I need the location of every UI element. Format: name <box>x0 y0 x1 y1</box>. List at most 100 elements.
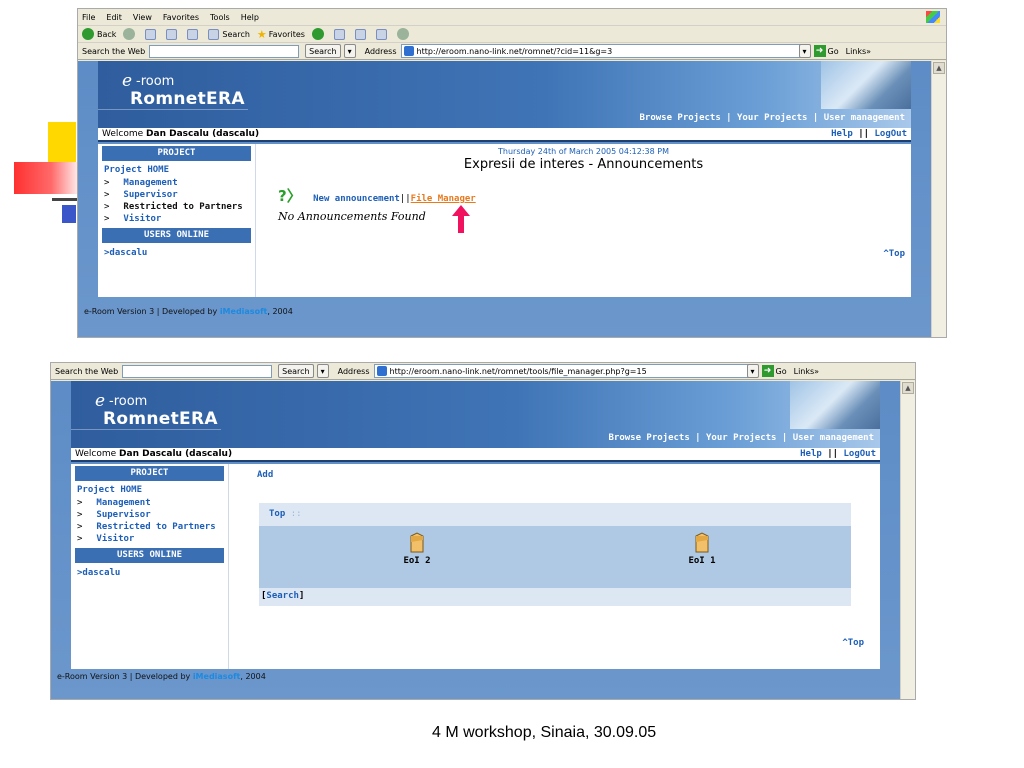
header-photo <box>821 61 911 109</box>
favorites-toolbar-button[interactable]: ★ Favorites <box>257 28 305 41</box>
back-button[interactable]: Back <box>82 28 116 40</box>
help-link[interactable]: Help <box>800 449 822 459</box>
search-web-input[interactable] <box>149 44 300 58</box>
browser-window-file-manager: Search the Web Search ▾ Address http://e… <box>50 362 916 700</box>
page-viewport: e -room RomnetERA Browse Projects | Your… <box>78 61 946 337</box>
site-header: e -room RomnetERA Browse Projects | Your… <box>71 381 880 448</box>
top-link[interactable]: ^Top <box>883 249 905 259</box>
address-input[interactable]: http://eroom.nano-link.net/romnet/tools/… <box>373 364 749 378</box>
home-button[interactable] <box>187 28 201 40</box>
main-area: PROJECT Project HOME > Management > Superv… <box>98 144 911 297</box>
file-manager-link[interactable]: File Manager <box>411 194 476 204</box>
edit-icon <box>375 28 387 40</box>
windows-logo-icon <box>926 11 940 23</box>
site-frame: e -room RomnetERA Browse Projects | Your… <box>78 61 931 337</box>
mail-icon <box>333 28 345 40</box>
help-link[interactable]: Help <box>831 129 853 139</box>
project-home-link[interactable]: Project HOME <box>98 163 255 177</box>
welcome-text: Welcome Dan Dascalu (dascalu) <box>75 449 233 459</box>
menu-favorites[interactable]: Favorites <box>163 13 199 22</box>
search-web-input[interactable] <box>122 364 273 378</box>
folder-item[interactable]: EoI 2 <box>387 532 447 566</box>
scroll-up-icon[interactable]: ▲ <box>902 382 914 394</box>
vertical-scrollbar[interactable]: ▲ <box>900 381 915 699</box>
links-button[interactable]: Links » <box>846 47 871 56</box>
header-divider <box>98 109 248 110</box>
sidebar-item-management[interactable]: > Management <box>98 177 255 189</box>
history-button[interactable] <box>311 28 327 40</box>
vertical-scrollbar[interactable]: ▲ <box>931 61 946 337</box>
menu-view[interactable]: View <box>133 13 152 22</box>
site-logo[interactable]: RomnetERA <box>130 89 245 109</box>
address-dropdown-button[interactable]: ▾ <box>798 44 811 58</box>
menu-tools[interactable]: Tools <box>210 13 230 22</box>
footer-brand-link[interactable]: iMediasoft <box>220 307 268 316</box>
menu-edit[interactable]: Edit <box>106 13 122 22</box>
menu-file[interactable]: File <box>82 13 95 22</box>
project-home-link[interactable]: Project HOME <box>71 483 228 497</box>
star-icon: ★ <box>256 27 267 41</box>
search-link[interactable]: Search <box>266 591 299 601</box>
header-divider <box>71 429 221 430</box>
top-link[interactable]: ^Top <box>842 638 864 648</box>
sidebar: PROJECT Project HOME > Management > Superv… <box>98 144 256 297</box>
logout-link[interactable]: LogOut <box>874 129 907 139</box>
site-logo[interactable]: RomnetERA <box>103 409 218 429</box>
search-toolbar-button[interactable]: Search <box>208 28 250 40</box>
links-button[interactable]: Links » <box>794 367 819 376</box>
address-label: Address <box>337 366 370 376</box>
folder-item[interactable]: EoI 1 <box>672 532 732 566</box>
logo-room: -room <box>109 394 148 409</box>
search-dropdown-button[interactable]: ▾ <box>316 364 329 378</box>
sidebar-item-visitor[interactable]: > Visitor <box>71 533 228 545</box>
sidebar-item-management[interactable]: > Management <box>71 497 228 509</box>
sidebar-item-restricted[interactable]: > Restricted to Partners <box>98 201 255 213</box>
sidebar-item-supervisor[interactable]: > Supervisor <box>71 509 228 521</box>
logout-link[interactable]: LogOut <box>843 449 876 459</box>
announcement-actions: ?〉 New announcement||File Manager <box>278 187 476 205</box>
sidebar-item-visitor[interactable]: > Visitor <box>98 213 255 225</box>
online-user[interactable]: >dascalu <box>98 245 255 261</box>
project-header: PROJECT <box>102 146 251 161</box>
announcements-pane: Thursday 24th of March 2005 04:12:38 PM … <box>256 144 911 297</box>
go-button[interactable]: ➜ Go <box>761 365 787 377</box>
footer-brand-link[interactable]: iMediasoft <box>193 672 241 681</box>
address-dropdown-button[interactable]: ▾ <box>746 364 759 378</box>
history-icon <box>311 28 324 40</box>
refresh-button[interactable] <box>166 28 180 40</box>
print-icon <box>354 28 366 40</box>
search-dropdown-button[interactable]: ▾ <box>343 44 356 58</box>
address-input[interactable]: http://eroom.nano-link.net/romnet/?cid=1… <box>400 44 801 58</box>
top-navigation[interactable]: Browse Projects | Your Projects | User m… <box>608 433 874 443</box>
new-announcement-link[interactable]: New announcement <box>313 194 400 204</box>
slide-caption: 4 M workshop, Sinaia, 30.09.05 <box>432 724 657 741</box>
site-header: e -room RomnetERA Browse Projects | Your… <box>98 61 911 128</box>
pointer-arrow-icon <box>452 205 470 233</box>
add-link[interactable]: Add <box>257 470 273 480</box>
breadcrumb-top-link[interactable]: Top <box>269 509 285 519</box>
search-web-button[interactable]: Search <box>305 44 341 58</box>
folder-label: EoI 1 <box>688 556 716 566</box>
header-photo <box>790 381 880 429</box>
empty-message: No Announcements Found <box>278 210 426 223</box>
folder-label: EoI 2 <box>403 556 431 566</box>
messenger-button[interactable] <box>396 28 412 40</box>
print-button[interactable] <box>354 28 369 40</box>
go-button[interactable]: ➜ Go <box>813 45 839 57</box>
search-icon <box>208 28 220 40</box>
scroll-up-icon[interactable]: ▲ <box>933 62 945 74</box>
forward-button[interactable] <box>123 28 138 40</box>
search-web-button[interactable]: Search <box>278 364 314 378</box>
online-user[interactable]: >dascalu <box>71 565 228 581</box>
sidebar-item-supervisor[interactable]: > Supervisor <box>98 189 255 201</box>
stop-button[interactable] <box>145 28 159 40</box>
welcome-bar: Welcome Dan Dascalu (dascalu) Help || Lo… <box>98 128 911 142</box>
menu-help[interactable]: Help <box>241 13 259 22</box>
top-navigation[interactable]: Browse Projects | Your Projects | User m… <box>639 113 905 123</box>
mail-button[interactable] <box>333 28 348 40</box>
edit-button[interactable] <box>375 28 390 40</box>
sidebar-item-restricted[interactable]: > Restricted to Partners <box>71 521 228 533</box>
folder-grid: EoI 2 EoI 1 <box>259 526 851 588</box>
page-viewport: e -room RomnetERA Browse Projects | Your… <box>51 381 915 699</box>
go-arrow-icon: ➜ <box>813 45 826 57</box>
